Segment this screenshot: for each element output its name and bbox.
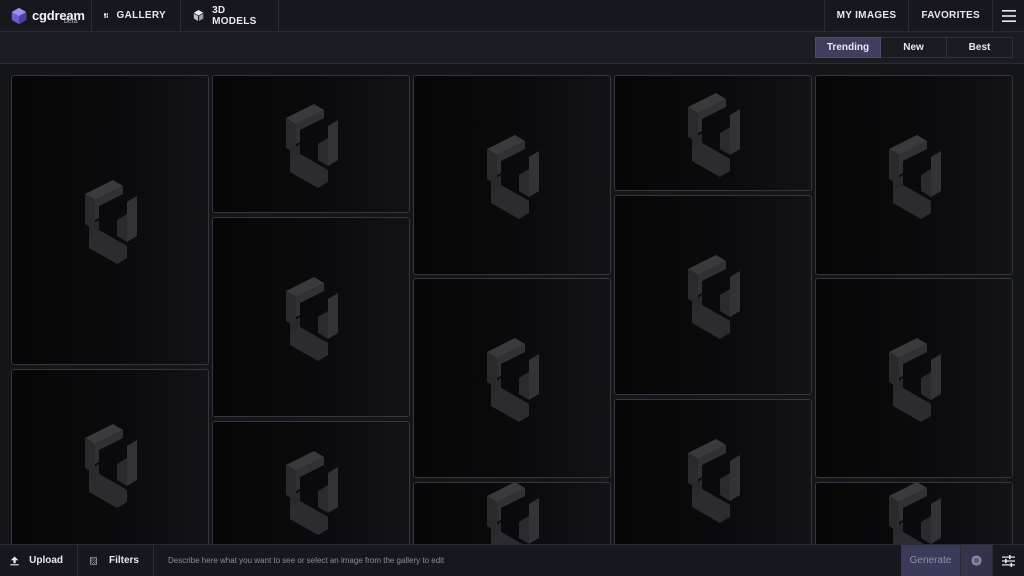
loading-logo-icon bbox=[487, 338, 539, 422]
nav-favorites[interactable]: FAVORITES bbox=[908, 0, 992, 31]
gallery-tile[interactable] bbox=[614, 75, 812, 191]
gallery-tile[interactable] bbox=[413, 75, 611, 275]
hamburger-icon bbox=[1001, 9, 1016, 22]
loading-logo-icon bbox=[688, 93, 740, 177]
loading-logo-icon bbox=[487, 483, 539, 544]
nav-my-images[interactable]: MY IMAGES bbox=[823, 0, 909, 31]
gallery-tile[interactable] bbox=[614, 195, 812, 395]
nav-my-images-label: MY IMAGES bbox=[836, 10, 897, 21]
gallery-tile[interactable] bbox=[413, 278, 611, 478]
nav-3d-models[interactable]: 3D MODELS bbox=[181, 0, 279, 31]
sort-trending-button[interactable]: Trending bbox=[815, 37, 881, 58]
loading-logo-icon bbox=[286, 451, 338, 535]
loading-logo-icon bbox=[286, 104, 338, 188]
upload-icon bbox=[10, 555, 19, 565]
gallery-tile[interactable] bbox=[815, 482, 1013, 544]
sort-bar: Trending New Best bbox=[0, 32, 1024, 64]
filters-button[interactable]: Filters bbox=[78, 545, 154, 576]
loading-logo-icon bbox=[688, 255, 740, 339]
nav-favorites-label: FAVORITES bbox=[921, 10, 980, 21]
credits-indicator[interactable] bbox=[960, 545, 992, 576]
sliders-icon bbox=[1002, 554, 1015, 567]
loading-logo-icon bbox=[487, 135, 539, 219]
filters-label: Filters bbox=[108, 555, 139, 566]
brand-logo[interactable]: cgdream beta bbox=[0, 0, 92, 31]
coin-icon bbox=[971, 555, 982, 566]
upload-label: Upload bbox=[29, 555, 63, 566]
loading-logo-icon bbox=[286, 277, 338, 361]
beta-badge: beta bbox=[64, 18, 78, 25]
grid-icon bbox=[104, 13, 109, 18]
loading-logo-icon bbox=[889, 135, 941, 219]
generate-button[interactable]: Generate bbox=[901, 545, 960, 576]
cube-logo-icon bbox=[11, 7, 27, 24]
gallery-tile[interactable] bbox=[815, 278, 1013, 478]
gallery-tile[interactable] bbox=[413, 482, 611, 544]
gallery-tile[interactable] bbox=[212, 217, 410, 417]
sort-best-button[interactable]: Best bbox=[947, 37, 1013, 58]
gallery-tile[interactable] bbox=[815, 75, 1013, 275]
sort-toggle-group: Trending New Best bbox=[815, 37, 1013, 58]
gallery-tile[interactable] bbox=[212, 421, 410, 544]
prompt-input[interactable] bbox=[168, 556, 901, 565]
loading-logo-icon bbox=[889, 338, 941, 422]
gallery-tile[interactable] bbox=[212, 75, 410, 213]
loading-logo-icon bbox=[85, 424, 137, 508]
prompt-bar: Upload Filters Generate bbox=[0, 544, 1024, 576]
sort-new-button[interactable]: New bbox=[881, 37, 947, 58]
prompt-area bbox=[154, 545, 901, 576]
cube-icon bbox=[193, 9, 204, 22]
gallery-grid bbox=[0, 64, 1024, 544]
gallery-tile[interactable] bbox=[11, 369, 209, 544]
settings-button[interactable] bbox=[992, 545, 1024, 576]
stripes-icon bbox=[90, 556, 97, 565]
loading-logo-icon bbox=[889, 483, 941, 544]
gallery-tile[interactable] bbox=[11, 75, 209, 365]
nav-gallery[interactable]: GALLERY bbox=[92, 0, 181, 31]
loading-logo-icon bbox=[688, 439, 740, 523]
loading-logo-icon bbox=[85, 180, 137, 264]
upload-button[interactable]: Upload bbox=[0, 545, 78, 576]
top-nav: cgdream beta GALLERY 3D MODELS MY IMAGES… bbox=[0, 0, 1024, 32]
menu-button[interactable] bbox=[992, 0, 1024, 31]
gallery-tile[interactable] bbox=[614, 399, 812, 544]
nav-gallery-label: GALLERY bbox=[116, 10, 166, 21]
nav-3d-models-label: 3D MODELS bbox=[212, 4, 257, 27]
